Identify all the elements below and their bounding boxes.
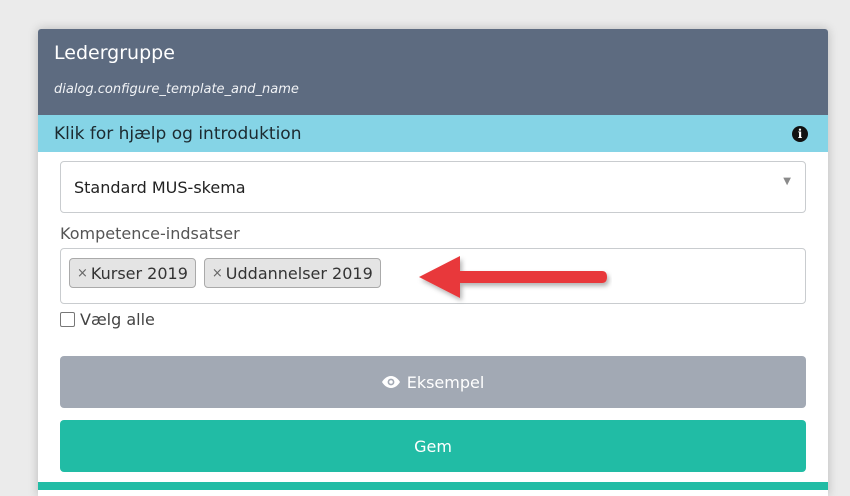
chevron-down-icon: ▼ (783, 176, 791, 187)
dialog-title: Ledergruppe (54, 42, 175, 64)
tag-label: Kurser 2019 (90, 263, 188, 283)
help-label: Klik for hjælp og introduktion (54, 123, 302, 144)
annotation-arrow-icon (419, 256, 607, 298)
configure-dialog: Ledergruppe dialog.configure_template_an… (38, 29, 828, 496)
template-select-value: Standard MUS-skema (74, 177, 246, 197)
tag-remove-icon[interactable]: × (212, 266, 223, 281)
competence-label: Kompetence-indsatser (60, 224, 240, 243)
dialog-subtitle: dialog.configure_template_and_name (54, 82, 299, 97)
select-all-checkbox[interactable] (60, 312, 75, 327)
tag-remove-icon[interactable]: × (77, 266, 88, 281)
dialog-header: Ledergruppe dialog.configure_template_an… (38, 29, 828, 115)
tag-kurser-2019: × Kurser 2019 (69, 258, 196, 288)
select-all-label: Vælg alle (80, 310, 155, 329)
info-icon[interactable]: i (792, 125, 808, 142)
select-all-row: Vælg alle (60, 310, 155, 329)
eye-icon (381, 376, 400, 388)
preview-button[interactable]: Eksempel (60, 356, 806, 408)
page-background: Ledergruppe dialog.configure_template_an… (0, 0, 850, 496)
template-select[interactable]: Standard MUS-skema ▼ (60, 161, 806, 213)
save-button-label: Gem (414, 436, 452, 456)
tag-uddannelser-2019: × Uddannelser 2019 (203, 258, 381, 288)
save-button[interactable]: Gem (60, 420, 806, 472)
tag-label: Uddannelser 2019 (225, 263, 373, 283)
preview-button-label: Eksempel (406, 372, 485, 392)
help-bar[interactable]: Klik for hjælp og introduktion i (38, 115, 828, 152)
bottom-accent-strip (38, 482, 828, 490)
